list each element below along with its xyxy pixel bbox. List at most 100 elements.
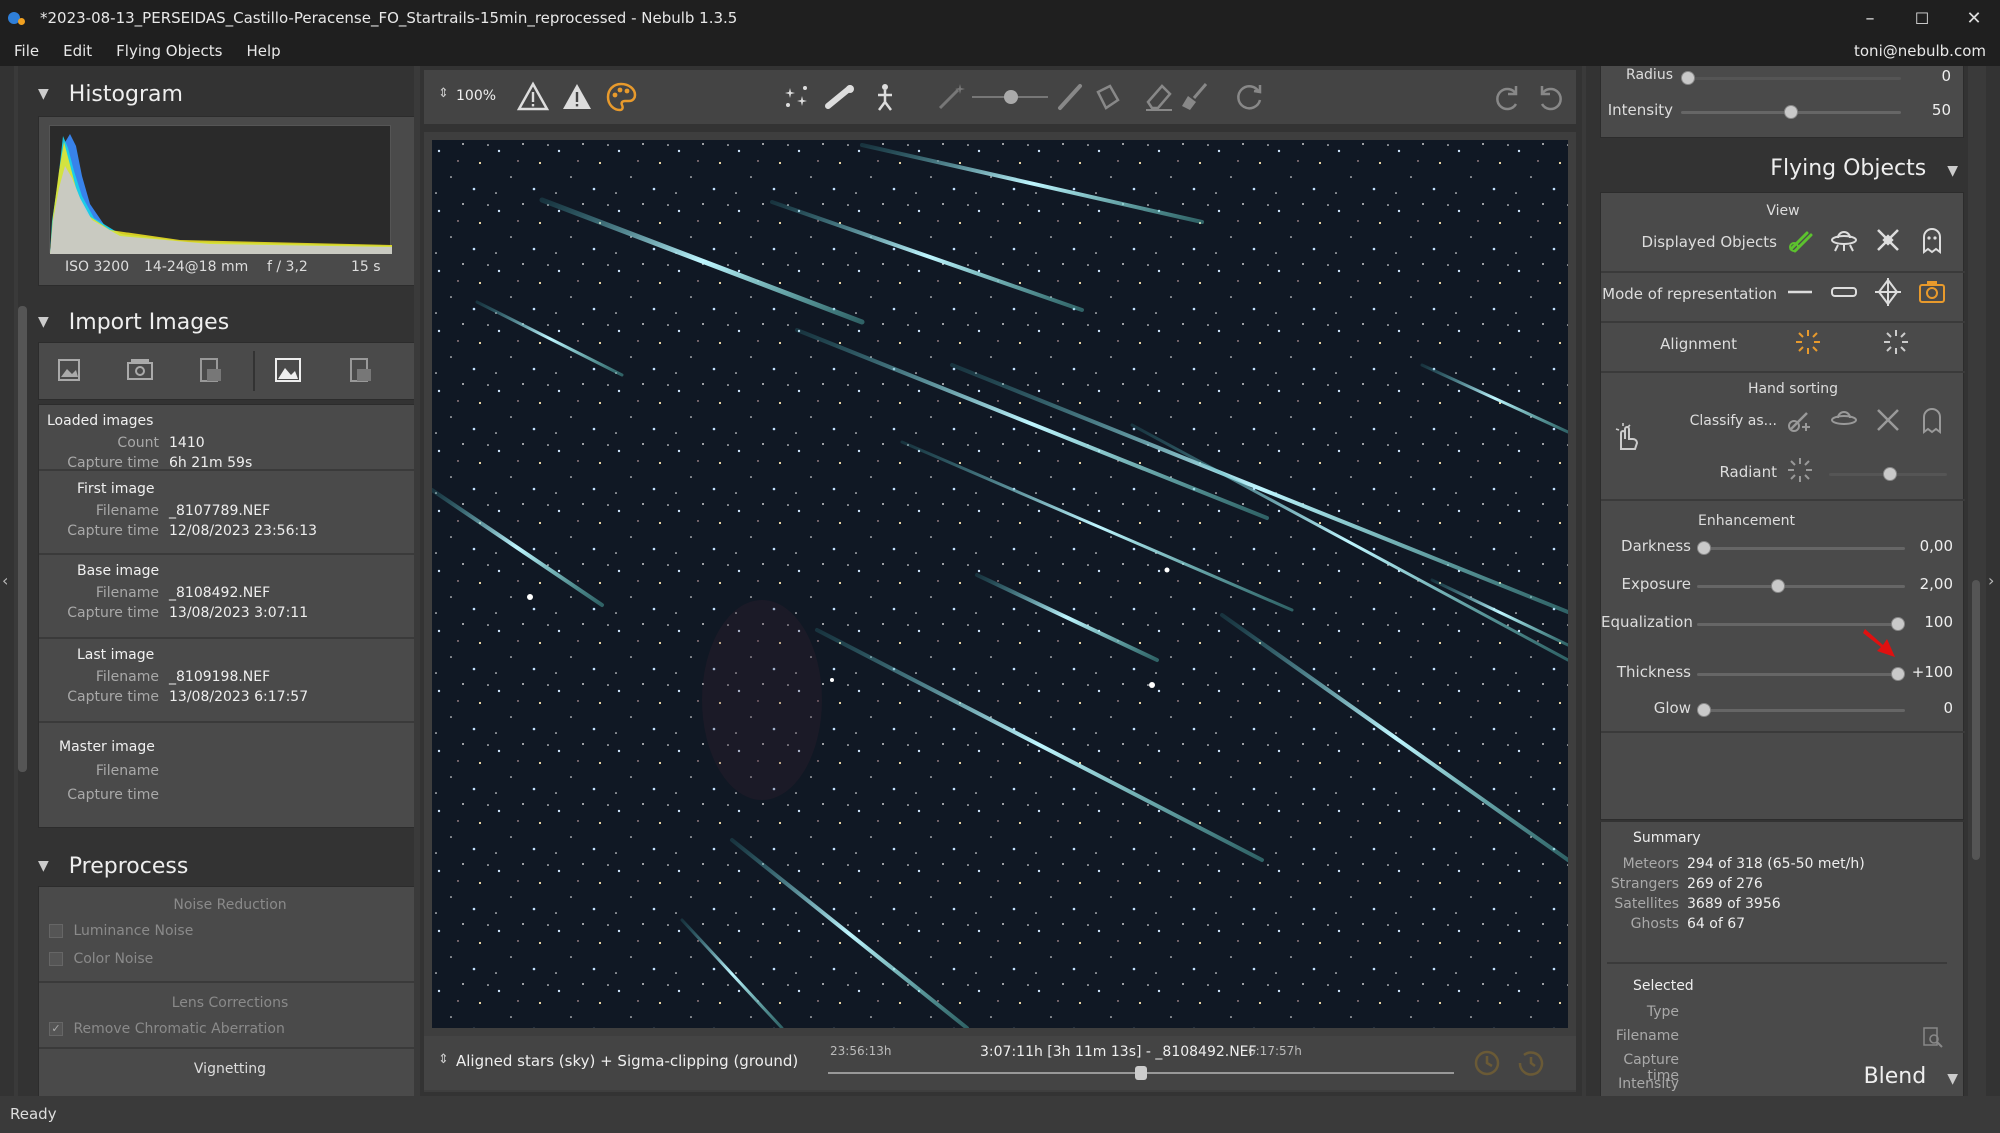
selected-title: Selected [1633, 978, 1694, 994]
warning-filled-icon[interactable] [560, 80, 594, 114]
import-dark-frames-icon[interactable] [195, 355, 225, 385]
left-collapse-handle[interactable]: ‹ [0, 66, 14, 1096]
radius-knob[interactable] [1681, 71, 1695, 85]
color-noise-option[interactable]: Color Noise [49, 951, 153, 967]
enhancement-slider[interactable] [1697, 579, 1905, 593]
magic-wand-icon[interactable] [934, 80, 968, 114]
timeline-knob[interactable] [1135, 1066, 1147, 1080]
refresh-icon[interactable] [1232, 80, 1266, 114]
stars-icon[interactable] [780, 80, 814, 114]
bar-mode-icon[interactable] [1829, 277, 1859, 307]
enhancement-slider-knob[interactable] [1697, 703, 1711, 717]
history-icon[interactable] [1514, 1046, 1548, 1080]
preprocess-header[interactable]: ▼ Preprocess [38, 848, 188, 884]
import-flats-icon[interactable] [345, 355, 375, 385]
ground-person-icon[interactable] [868, 80, 902, 114]
blend-header[interactable]: Blend ▼ [1586, 1064, 1958, 1096]
classify-as-label: Classify as... [1689, 413, 1777, 429]
meteor-filter-icon[interactable] [1785, 225, 1815, 255]
loaded-images-group: Loaded images Count 1410 Capture time 6h 2… [39, 405, 414, 471]
classify-ufo-icon[interactable] [1829, 405, 1859, 435]
menu-edit[interactable]: Edit [63, 42, 92, 60]
right-collapse-handle[interactable]: › [1986, 66, 2000, 1096]
menu-flying-objects[interactable]: Flying Objects [116, 42, 222, 60]
ghost-filter-icon[interactable] [1917, 225, 1947, 255]
master-image-icon[interactable] [273, 355, 303, 385]
enhancement-slider[interactable] [1697, 667, 1905, 681]
enhancement-slider-knob[interactable] [1697, 541, 1711, 555]
summary-key: Satellites [1614, 896, 1679, 912]
zoom-stepper-icon[interactable]: ⇕ [438, 86, 449, 101]
enhancement-slider[interactable] [1697, 541, 1905, 555]
crosshair-mode-icon[interactable] [1873, 277, 1903, 307]
summary-box: Summary Meteors 294 of 318 (65-50 met/h) S… [1600, 822, 1964, 1096]
fill-bucket-icon[interactable] [1090, 80, 1124, 114]
redo-icon[interactable] [1490, 80, 1524, 114]
menu-help[interactable]: Help [246, 42, 280, 60]
undo-icon[interactable] [1534, 80, 1568, 114]
broom-icon[interactable] [1178, 80, 1212, 114]
menu-file[interactable]: File [14, 42, 39, 60]
status-text: Ready [10, 1105, 57, 1123]
hand-sorting-title: Hand sorting [1747, 381, 1839, 397]
check-icon[interactable]: ✓ [49, 1022, 63, 1036]
left-scrollbar[interactable] [18, 306, 27, 772]
classify-ghost-icon[interactable] [1917, 405, 1947, 435]
flying-objects-header[interactable]: Flying Objects ▼ [1586, 156, 1958, 196]
brush-icon[interactable] [1054, 80, 1088, 114]
user-account[interactable]: toni@nebulb.com [1854, 42, 1986, 60]
enhancement-slider-knob[interactable] [1770, 579, 1785, 593]
histogram-header[interactable]: ▼ Histogram [38, 76, 183, 112]
intensity-knob[interactable] [1784, 105, 1798, 119]
last-image-label: Last image [77, 647, 155, 663]
maximize-button[interactable]: ☐ [1894, 0, 1950, 36]
radiant-align-orange-icon[interactable] [1793, 327, 1823, 357]
vignetting-title[interactable]: Vignetting [39, 1061, 414, 1077]
line-mode-icon[interactable] [1785, 277, 1815, 307]
camera-mode-icon[interactable] [1917, 277, 1947, 307]
satellite-filter-icon[interactable] [1873, 225, 1903, 255]
zoom-level[interactable]: 100% [456, 88, 496, 104]
color-noise-checkbox[interactable] [49, 952, 63, 966]
classify-meteor-icon[interactable] [1785, 405, 1815, 435]
import-header[interactable]: ▼ Import Images [38, 304, 229, 340]
clock-icon[interactable] [1470, 1046, 1504, 1080]
radiant-knob[interactable] [1883, 467, 1897, 481]
stack-mode-stepper-icon[interactable]: ⇕ [438, 1052, 449, 1067]
radiant-slider[interactable] [1829, 467, 1947, 481]
intensity-label: Intensity [1607, 101, 1673, 119]
intensity-value: 50 [1931, 101, 1951, 119]
ufo-filter-icon[interactable] [1829, 225, 1859, 255]
import-images-icon[interactable] [55, 355, 85, 385]
radius-slider[interactable] [1681, 71, 1901, 85]
left-panel: ▼ Histogram ISO 3200 14-24@18 mm f / 3,2… [18, 66, 414, 1096]
noise-reduction-title: Noise Reduction [173, 897, 287, 913]
enhancement-slider[interactable] [1697, 703, 1905, 717]
warning-outline-icon[interactable] [516, 80, 550, 114]
close-button[interactable]: ✕ [1946, 0, 2000, 36]
startrail-image[interactable] [432, 140, 1568, 1028]
minimize-button[interactable]: – [1842, 0, 1898, 36]
enhancement-label: Thickness [1616, 663, 1691, 681]
luminance-checkbox[interactable] [49, 924, 63, 938]
summary-title: Summary [1633, 830, 1701, 846]
radiant-align-icon[interactable] [1881, 327, 1911, 357]
stack-mode[interactable]: Aligned stars (sky) + Sigma-clipping (gr… [456, 1052, 798, 1070]
meteor-icon[interactable] [824, 80, 858, 114]
chromatic-aberration-option[interactable]: ✓ Remove Chromatic Aberration [49, 1021, 285, 1037]
collapse-triangle-icon: ▼ [1947, 1071, 1958, 1087]
import-folder-icon[interactable] [125, 355, 155, 385]
luminance-noise-option[interactable]: Luminance Noise [49, 923, 193, 939]
radiant-icon[interactable] [1785, 455, 1815, 485]
intensity-slider[interactable] [1681, 105, 1901, 119]
brush-size-knob[interactable] [1004, 90, 1018, 104]
summary-value: 269 of 276 [1687, 876, 1763, 892]
histogram-title: Histogram [68, 81, 183, 107]
eraser-icon[interactable] [1142, 80, 1176, 114]
locate-search-icon[interactable] [1921, 1026, 1945, 1050]
palette-icon[interactable] [604, 80, 638, 114]
image-viewport[interactable] [424, 132, 1576, 1092]
right-scrollbar[interactable] [1972, 580, 1980, 860]
glow-settings-box: Radius 0 Intensity 50 [1600, 66, 1964, 138]
classify-satellite-icon[interactable] [1873, 405, 1903, 435]
